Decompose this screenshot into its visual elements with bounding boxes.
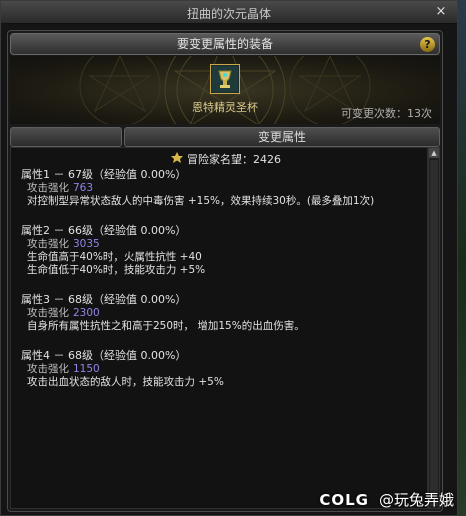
watermark-logo: COLG — [319, 491, 369, 509]
stat-label: 攻击强化 — [27, 182, 69, 194]
attribute-header: 属性2 － 66级（经验值 0.00%） — [21, 224, 187, 237]
equipment-panel: 要变更属性的装备 ? 恩特精灵圣杯 可变更次数：13次 变更属性 冒险家名望：2… — [7, 30, 443, 512]
attribute-desc: 对控制型异常状态敌人的中毒伤害 +15%，效果持续30秒。(最多叠加1次) — [27, 195, 375, 207]
attribute-block-1: 属性1 － 67级（经验值 0.00%） 攻击强化 763 对控制型异常状态敌人的… — [21, 168, 374, 208]
attribute-desc: 攻击出血状态的敌人时，技能攻击力 +5% — [27, 376, 224, 388]
title-bar[interactable]: 扭曲的次元晶体 × — [1, 1, 457, 24]
scroll-up-icon[interactable]: ▲ — [429, 148, 439, 158]
attribute-stat: 攻击强化 2300 — [21, 307, 305, 320]
fame-label: 冒险家名望：2426 — [187, 153, 281, 166]
section-title: 变更属性 — [124, 127, 440, 147]
close-icon[interactable]: × — [433, 4, 449, 20]
equipment-header-title: 要变更属性的装备 — [176, 37, 273, 51]
scroll-thumb[interactable] — [430, 160, 438, 506]
attribute-header: 属性4 － 68级（经验值 0.00%） — [21, 349, 187, 362]
stat-value: 3035 — [73, 238, 100, 250]
background-edge — [458, 0, 466, 516]
remaining-changes: 可变更次数：13次 — [341, 107, 432, 120]
stat-label: 攻击强化 — [27, 238, 69, 250]
attribute-stat: 攻击强化 3035 — [21, 238, 205, 251]
help-icon[interactable]: ? — [420, 37, 435, 52]
dialog-window: 扭曲的次元晶体 × 要变更属性的装备 ? 恩特精灵圣杯 可变更次数：13次 变更… — [0, 0, 458, 516]
watermark-user: @玩兔弄娥 — [378, 491, 454, 509]
window-title: 扭曲的次元晶体 — [186, 7, 271, 21]
attribute-stat: 攻击强化 1150 — [21, 363, 224, 376]
stat-value: 2300 — [73, 307, 100, 319]
item-banner: 恩特精灵圣杯 可变更次数：13次 — [10, 56, 440, 124]
attribute-block-2: 属性2 － 66级（经验值 0.00%） 攻击强化 3035 生命值高于40%时，… — [21, 224, 205, 277]
attribute-desc: 生命值低于40%时，技能攻击力 +5% — [27, 264, 206, 276]
attribute-list: 冒险家名望：2426 属性1 － 67级（经验值 0.00%） 攻击强化 763 … — [10, 147, 428, 509]
chalice-item-icon[interactable] — [210, 64, 240, 94]
attribute-header: 属性3 － 68级（经验值 0.00%） — [21, 293, 187, 306]
watermark: COLG @玩兔弄娥 — [319, 489, 454, 510]
fame-crest-icon — [171, 152, 183, 166]
stat-value: 763 — [73, 182, 94, 194]
stat-value: 1150 — [73, 363, 100, 375]
fame-row: 冒险家名望：2426 — [171, 151, 281, 167]
attribute-block-4: 属性4 － 68级（经验值 0.00%） 攻击强化 1150 攻击出血状态的敌人时… — [21, 349, 224, 389]
attribute-header: 属性1 － 67级（经验值 0.00%） — [21, 168, 187, 181]
attribute-desc: 生命值高于40%时，火属性抗性 +40 — [27, 251, 202, 263]
attribute-stat: 攻击强化 763 — [21, 182, 374, 195]
stat-label: 攻击强化 — [27, 307, 69, 319]
scrollbar[interactable]: ▲ — [428, 147, 440, 509]
equipment-header: 要变更属性的装备 ? — [10, 33, 440, 55]
attribute-block-3: 属性3 － 68级（经验值 0.00%） 攻击强化 2300 自身所有属性抗性之和… — [21, 293, 305, 333]
section-bar-left — [10, 127, 122, 147]
attribute-desc: 自身所有属性抗性之和高于250时， 增加15%的出血伤害。 — [27, 320, 305, 332]
stat-label: 攻击强化 — [27, 363, 69, 375]
